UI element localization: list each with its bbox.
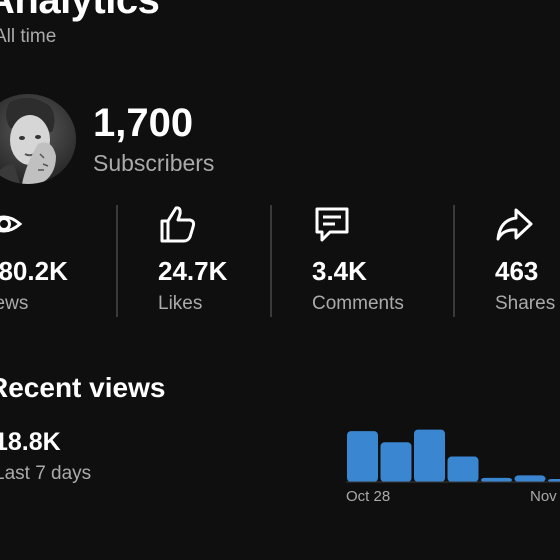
recent-views-chart[interactable]: Oct 28 Nov bbox=[346, 420, 560, 510]
divider bbox=[270, 205, 272, 317]
chart-bar bbox=[447, 456, 479, 482]
divider bbox=[116, 205, 118, 317]
chart-bar bbox=[347, 431, 378, 482]
stat-value: 3.4K bbox=[312, 256, 367, 286]
subscriber-count: 1,700 bbox=[93, 101, 194, 145]
chart-bar bbox=[481, 477, 512, 482]
period-label: All time bbox=[0, 26, 57, 47]
chart-bar bbox=[380, 442, 412, 482]
share-icon bbox=[496, 208, 533, 241]
chart-bar bbox=[414, 429, 445, 482]
bar-chart: Oct 28 Nov bbox=[346, 429, 560, 505]
stat-label: Comments bbox=[312, 293, 404, 314]
stat-value: 463 bbox=[495, 256, 539, 286]
recent-views-title: Recent views bbox=[0, 372, 166, 403]
chart-tick-label: Nov bbox=[530, 488, 557, 505]
avatar-image bbox=[0, 94, 76, 184]
avatar[interactable] bbox=[0, 94, 76, 184]
chart-tick-label: Oct 28 bbox=[346, 488, 390, 505]
stat-label: Likes bbox=[158, 293, 203, 314]
eye-icon bbox=[0, 215, 23, 233]
subscriber-label: Subscribers bbox=[93, 150, 215, 176]
thumbs-up-icon bbox=[160, 206, 196, 243]
stat-label: Views bbox=[0, 293, 29, 314]
recent-views-period: Last 7 days bbox=[0, 463, 92, 484]
stat-value: 24.7K bbox=[158, 256, 228, 286]
chart-bar bbox=[514, 475, 546, 482]
comment-icon bbox=[315, 207, 349, 242]
page-title: Analytics bbox=[0, 0, 160, 22]
stat-value: 180.2K bbox=[0, 256, 68, 286]
stat-label: Shares bbox=[495, 293, 556, 314]
divider bbox=[453, 205, 455, 317]
recent-views-value: 18.8K bbox=[0, 428, 61, 456]
